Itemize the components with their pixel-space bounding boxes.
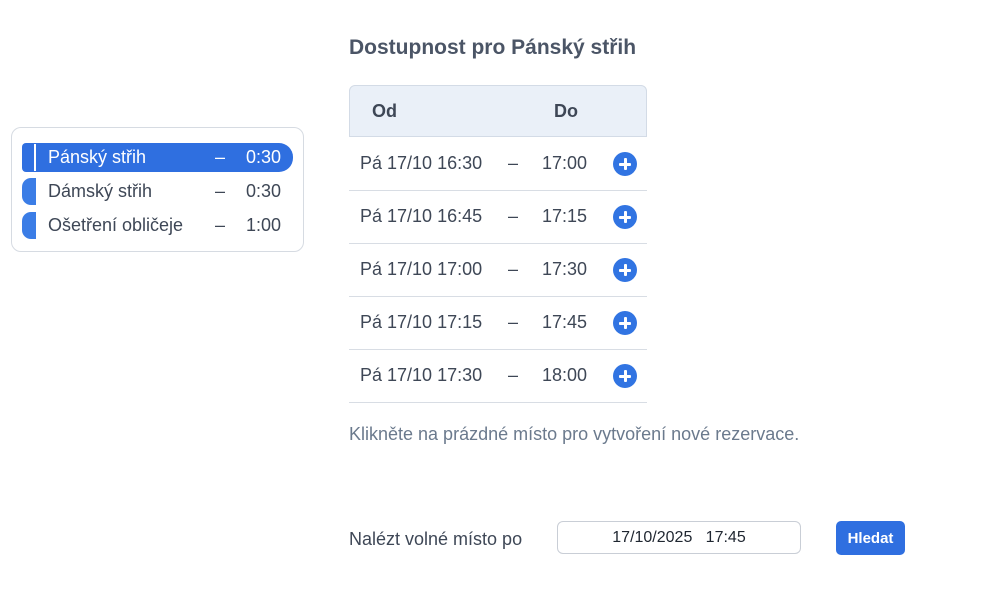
service-color-bar: [22, 212, 36, 239]
service-name: Pánský střih: [48, 147, 147, 167]
slot-dash: –: [508, 365, 519, 385]
slot-dash: –: [508, 153, 519, 173]
slot-to: 18:00: [542, 365, 588, 385]
slot-row: Pá 17/10 17:30 – 18:00: [349, 350, 647, 403]
service-dash: –: [215, 215, 226, 235]
plus-circle-icon[interactable]: [613, 258, 637, 282]
availability-title: Dostupnost pro Pánský střih: [349, 36, 637, 59]
slot-dash: –: [508, 259, 519, 279]
availability-table-header: Od Do: [349, 85, 647, 137]
service-item-facial-treatment[interactable]: Ošetření obličeje – 1:00: [22, 211, 293, 240]
service-dash: –: [215, 181, 226, 201]
service-color-bar: [22, 144, 36, 171]
slot-from: Pá 17/10 16:45: [360, 206, 483, 226]
service-color-bar: [22, 178, 36, 205]
slot-to: 17:15: [542, 206, 588, 226]
column-header-to: Do: [554, 101, 578, 121]
service-name: Dámský střih: [48, 181, 153, 201]
service-name: Ošetření obličeje: [48, 215, 184, 235]
slot-dash: –: [508, 206, 519, 226]
plus-circle-icon[interactable]: [613, 364, 637, 388]
slot-from: Pá 17/10 16:30: [360, 153, 483, 173]
service-duration: 0:30: [245, 147, 281, 167]
booking-page: Pánský střih – 0:30 Dámský střih – 0:30 …: [0, 0, 984, 589]
find-slot-datetime-input[interactable]: [557, 521, 801, 554]
slot-to: 17:45: [542, 312, 588, 332]
slot-row: Pá 17/10 16:45 – 17:15: [349, 191, 647, 244]
column-header-from: Od: [372, 101, 397, 121]
slot-from: Pá 17/10 17:15: [360, 312, 483, 332]
search-button[interactable]: Hledat: [836, 521, 905, 555]
slot-row: Pá 17/10 17:15 – 17:45: [349, 297, 647, 350]
service-dash: –: [215, 147, 226, 167]
slot-from: Pá 17/10 17:00: [360, 259, 483, 279]
slot-to: 17:30: [542, 259, 588, 279]
plus-circle-icon[interactable]: [613, 152, 637, 176]
service-item-womens-haircut[interactable]: Dámský střih – 0:30: [22, 177, 293, 206]
slot-row: Pá 17/10 17:00 – 17:30: [349, 244, 647, 297]
find-slot-label: Nalézt volné místo po: [349, 529, 523, 549]
service-list: Pánský střih – 0:30 Dámský střih – 0:30 …: [11, 127, 304, 252]
booking-hint: Klikněte na prázdné místo pro vytvoření …: [349, 424, 800, 444]
availability-slots: Pá 17/10 16:30 – 17:00 Pá 17/10 16:45 – …: [349, 138, 647, 403]
service-duration: 1:00: [245, 215, 281, 235]
plus-circle-icon[interactable]: [613, 311, 637, 335]
slot-dash: –: [508, 312, 519, 332]
plus-circle-icon[interactable]: [613, 205, 637, 229]
slot-to: 17:00: [542, 153, 588, 173]
slot-row: Pá 17/10 16:30 – 17:00: [349, 138, 647, 191]
service-item-mens-haircut[interactable]: Pánský střih – 0:30: [22, 143, 293, 172]
slot-from: Pá 17/10 17:30: [360, 365, 483, 385]
service-duration: 0:30: [245, 181, 281, 201]
